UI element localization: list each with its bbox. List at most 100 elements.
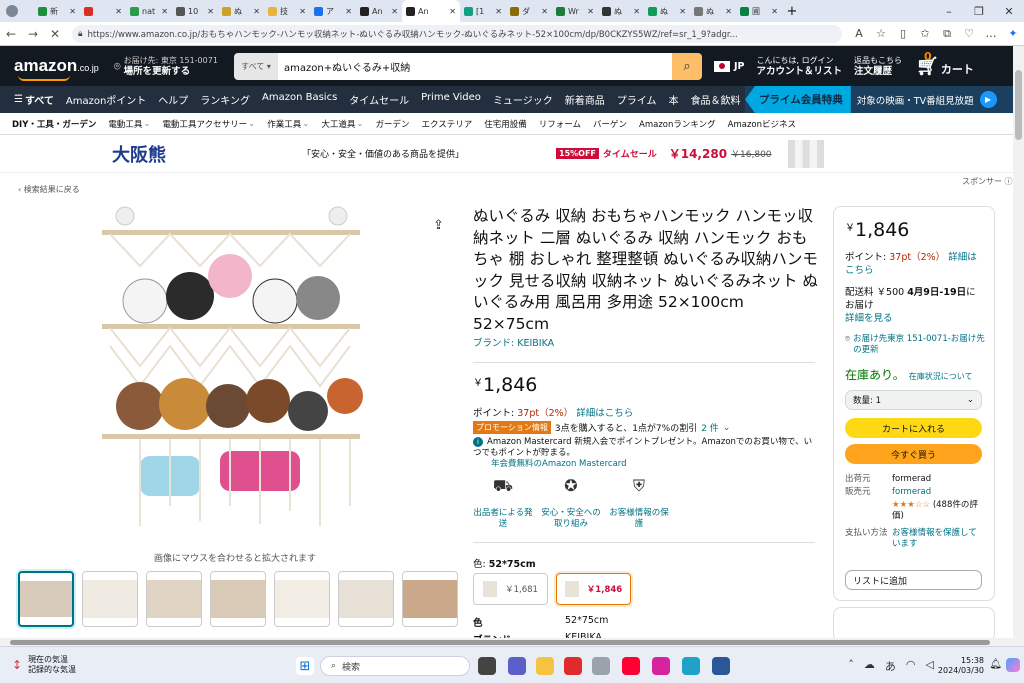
nav-item[interactable]: ランキング: [200, 92, 250, 107]
notification-icon[interactable]: 🔔︎: [989, 659, 1002, 670]
browser-tab[interactable]: ア ✕: [310, 0, 356, 22]
image-thumbnail[interactable]: [338, 571, 394, 627]
browser-tab[interactable]: 圃 ✕: [736, 0, 782, 22]
browser-tab[interactable]: ぬ ✕: [218, 0, 264, 22]
category-item[interactable]: Amazonビジネス: [728, 118, 796, 130]
collections-icon[interactable]: ⧉: [936, 27, 958, 41]
start-icon[interactable]: ⊞: [296, 657, 314, 675]
profile-icon[interactable]: [6, 5, 18, 17]
browser-tab[interactable]: nat ✕: [126, 0, 172, 22]
browser-tab[interactable]: ぬ ✕: [644, 0, 690, 22]
copilot-icon[interactable]: ✦: [1002, 27, 1024, 40]
weather-widget[interactable]: ↕ 現在の気温 記録的な気温: [12, 655, 76, 675]
nav-item[interactable]: 食品＆飲料: [691, 92, 741, 107]
add-to-cart-button[interactable]: カートに入れる: [845, 418, 982, 438]
sponsor-label[interactable]: スポンサー ⓘ: [962, 176, 1013, 187]
browser-tab[interactable]: ぬ ✕: [690, 0, 736, 22]
quantity-select[interactable]: 数量: 1 ⌄: [845, 390, 982, 410]
payment-link[interactable]: お客様情報を保護しています: [892, 528, 985, 550]
tab-close-icon[interactable]: ✕: [253, 7, 260, 16]
nav-item[interactable]: 新着商品: [565, 92, 605, 107]
browser-tab[interactable]: An ✕: [356, 0, 402, 22]
browser-tab[interactable]: 技 ✕: [264, 0, 310, 22]
nav-item[interactable]: タイムセール: [349, 92, 409, 107]
wifi-icon[interactable]: ◠: [906, 658, 916, 674]
word-icon[interactable]: [712, 657, 730, 675]
side-ad-image[interactable]: [833, 607, 995, 642]
variant-option[interactable]: ￥1,681: [473, 573, 548, 605]
category-item[interactable]: ガーデン: [376, 118, 410, 130]
image-thumbnail[interactable]: [210, 571, 266, 627]
category-item[interactable]: Amazonランキング: [639, 118, 716, 130]
browser-tab[interactable]: ぬ ✕: [598, 0, 644, 22]
category-item[interactable]: 大工道具: [321, 118, 355, 130]
brand-ad-banner[interactable]: 大阪熊 「安心・安全・価値のある商品を提供」 15%OFF タイムセール ￥14…: [0, 135, 1013, 173]
variant-option-selected[interactable]: ￥1,846: [556, 573, 631, 605]
seller-link[interactable]: formerad: [892, 487, 931, 498]
tab-close-icon[interactable]: ✕: [725, 7, 732, 16]
url-field[interactable]: 🔒︎ https://www.amazon.co.jp/おもちゃハンモック-ハン…: [72, 24, 842, 43]
browser-tab[interactable]: Wr ✕: [552, 0, 598, 22]
account-lists[interactable]: こんにちは, ログイン アカウント＆リスト: [757, 55, 843, 77]
browser-tab[interactable]: [1 ✕: [460, 0, 506, 22]
points-detail-link[interactable]: 詳細はこちら: [576, 408, 633, 419]
ime-indicator[interactable]: あ: [885, 658, 896, 674]
tab-close-icon[interactable]: ✕: [771, 7, 778, 16]
image-thumbnail[interactable]: [274, 571, 330, 627]
search-input[interactable]: amazon+ぬいぐるみ+収納: [278, 52, 672, 80]
forward-arrow-icon[interactable]: →: [22, 27, 44, 41]
taskbar-search[interactable]: ⌕ 検索: [320, 656, 470, 676]
tab-close-icon[interactable]: ✕: [345, 7, 352, 16]
feature-safety[interactable]: ✪ 安心・安全への取り組み: [541, 478, 601, 530]
tab-close-icon[interactable]: ✕: [449, 7, 456, 16]
image-thumbnail[interactable]: [146, 571, 202, 627]
tab-close-icon[interactable]: ✕: [541, 7, 548, 16]
back-to-results-link[interactable]: ‹ 検索結果に戻る: [18, 184, 80, 195]
browser-tab[interactable]: An ✕: [402, 0, 460, 22]
search-category-select[interactable]: すべて ▾: [234, 52, 278, 80]
edge-icon[interactable]: [682, 657, 700, 675]
app-icon[interactable]: [592, 657, 610, 675]
copilot-taskbar-icon[interactable]: [1006, 658, 1020, 672]
tab-close-icon[interactable]: ✕: [299, 7, 306, 16]
yahoo-icon[interactable]: [622, 657, 640, 675]
category-item[interactable]: 住宅用設備: [484, 118, 527, 130]
nav-item[interactable]: Prime Video: [421, 92, 481, 107]
prime-banner[interactable]: プライム会員特典 対象の映画・TV番組見放題 ▶: [745, 86, 1013, 113]
category-item[interactable]: エクステリア: [422, 118, 473, 130]
product-main-image[interactable]: [100, 206, 380, 536]
feature-privacy[interactable]: ⛨ お客様情報の保護: [609, 478, 669, 530]
horizontal-scroll-thumb[interactable]: [10, 640, 990, 645]
nav-item[interactable]: プライム: [617, 92, 657, 107]
nav-item[interactable]: ミュージック: [493, 92, 553, 107]
nav-item[interactable]: ヘルプ: [158, 92, 188, 107]
tab-close-icon[interactable]: ✕: [207, 7, 214, 16]
category-item[interactable]: リフォーム: [539, 118, 581, 130]
mastercard-link[interactable]: 年会費無料のAmazon Mastercard: [491, 459, 818, 470]
delivery-detail-link[interactable]: 詳細を見る: [845, 313, 893, 324]
reload-icon[interactable]: ✕: [44, 27, 66, 41]
maximize-icon[interactable]: ❐: [964, 5, 994, 18]
tab-close-icon[interactable]: ✕: [679, 7, 686, 16]
promotion-count-link[interactable]: 2 件: [701, 421, 719, 434]
chevron-up-icon[interactable]: ˄: [848, 658, 854, 674]
more-menu-icon[interactable]: …: [980, 27, 1002, 40]
minimize-icon[interactable]: –: [934, 5, 964, 18]
search-icon[interactable]: ⌕: [672, 52, 702, 80]
amazon-logo[interactable]: amazon.co.jp: [14, 56, 106, 81]
hamburger-icon[interactable]: ☰: [14, 94, 23, 105]
vertical-scroll-thumb[interactable]: [1015, 70, 1022, 140]
brand-link[interactable]: ブランド: KEIBIKA: [473, 335, 554, 349]
tab-close-icon[interactable]: ✕: [391, 7, 398, 16]
category-item[interactable]: 電動工具アクセサリー: [163, 118, 248, 130]
back-arrow-icon[interactable]: ←: [0, 27, 22, 41]
language-selector[interactable]: JP: [714, 60, 745, 72]
file-explorer-icon[interactable]: [536, 657, 554, 675]
image-thumbnail[interactable]: [18, 571, 74, 627]
instagram-icon[interactable]: [652, 657, 670, 675]
tab-close-icon[interactable]: ✕: [115, 7, 122, 16]
task-view-icon[interactable]: [478, 657, 496, 675]
stock-info-link[interactable]: 在庫状況について: [909, 372, 973, 381]
favorite-star-icon[interactable]: ☆: [870, 27, 892, 40]
browser-tab[interactable]: ダ ✕: [506, 0, 552, 22]
